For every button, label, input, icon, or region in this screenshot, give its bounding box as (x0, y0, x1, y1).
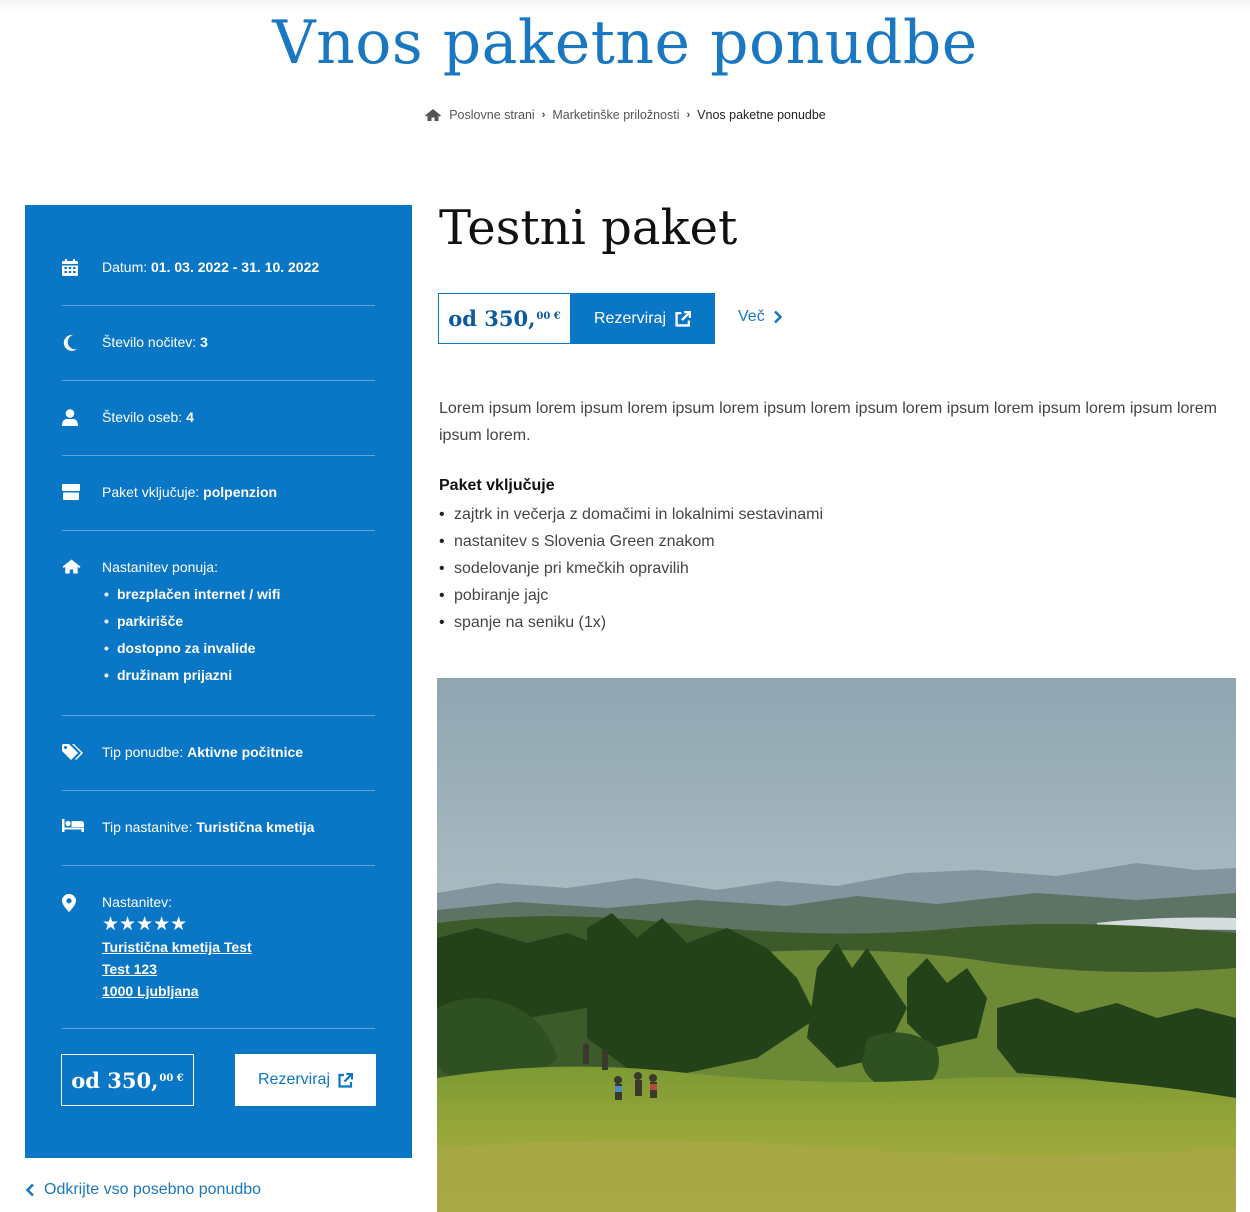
breadcrumb: Poslovne strani › Marketinške priložnost… (0, 108, 1250, 122)
date-value: 01. 03. 2022 - 31. 10. 2022 (151, 259, 320, 275)
calendar-icon (62, 259, 102, 276)
nights-label: Število nočitev: (102, 334, 197, 350)
bed-icon (62, 819, 102, 835)
more-link[interactable]: Več (738, 308, 782, 326)
accommodation-label: Nastanitev: (102, 894, 173, 910)
breadcrumb-item-marketing[interactable]: Marketinške priložnosti (552, 108, 679, 122)
price-cents: 00 € (159, 1072, 184, 1084)
breadcrumb-item-current: Vnos paketne ponudbe (697, 108, 826, 122)
persons-value: 4 (186, 409, 194, 425)
book-button-label: Rezerviraj (257, 1071, 330, 1088)
list-item: nastanitev s Slovenia Green znakom (439, 528, 823, 555)
price-cents: 00 € (536, 311, 561, 322)
accommodation-type-value: Turistična kmetija (196, 819, 315, 835)
list-item: spanje na seniku (1x) (439, 609, 823, 636)
chevron-left-icon (25, 1183, 34, 1197)
map-marker-icon (62, 894, 102, 1002)
external-link-icon (338, 1072, 353, 1088)
list-item: pobiranje jajc (439, 582, 823, 609)
price-box: od 350, 00 € (438, 293, 571, 344)
moon-icon (62, 334, 102, 352)
external-link-icon (675, 310, 691, 327)
divider (62, 305, 375, 306)
accommodation-row: Nastanitev: ★★★★★ Turistična kmetija Tes… (62, 894, 375, 1002)
list-item: dostopno za invalide (102, 635, 280, 662)
chevron-right-icon: › (686, 109, 691, 121)
offer-type-value: Aktivne počitnice (187, 744, 304, 760)
includes-heading: Paket vključuje (439, 477, 555, 494)
persons-row: Število oseb: 4 (62, 409, 375, 426)
back-link-label: Odkrijte vso posebno ponudbo (44, 1181, 262, 1198)
accommodation-name-link[interactable]: Turistična kmetija Test (102, 936, 252, 958)
book-button[interactable]: Rezerviraj (570, 293, 715, 344)
divider (62, 1028, 375, 1029)
divider (62, 790, 375, 791)
tags-icon (62, 744, 102, 761)
nights-row: Število nočitev: 3 (62, 334, 375, 352)
sidebar-book-button[interactable]: Rezerviraj (235, 1054, 376, 1106)
package-title: Testni paket (439, 200, 738, 256)
offer-type-label: Tip ponudbe: (102, 744, 184, 760)
offer-type-row: Tip ponudbe: Aktivne počitnice (62, 744, 375, 761)
chevron-right-icon (773, 310, 782, 324)
landscape-image (437, 678, 1236, 1212)
package-photo (437, 678, 1236, 1212)
page-title: Vnos paketne ponudbe (272, 8, 978, 78)
includes-value: polpenzion (203, 484, 278, 500)
accommodation-city-link[interactable]: 1000 Ljubljana (102, 980, 252, 1002)
gift-icon (62, 484, 102, 500)
list-item: brezplačen internet / wifi (102, 581, 280, 608)
user-icon (62, 409, 102, 426)
star-rating: ★★★★★ (102, 914, 188, 935)
amenities-row: Nastanitev ponuja: brezplačen internet /… (62, 559, 375, 689)
divider (62, 380, 375, 381)
nights-value: 3 (200, 334, 208, 350)
accommodation-type-label: Tip nastanitve: (102, 819, 193, 835)
amenities-label: Nastanitev ponuja: (102, 559, 218, 575)
list-item: sodelovanje pri kmečkih opravilih (439, 555, 823, 582)
price-value: od 350, (448, 306, 536, 331)
package-description: Lorem ipsum lorem ipsum lorem ipsum lore… (439, 400, 1217, 444)
includes-list: zajtrk in večerja z domačimi in lokalnim… (439, 501, 823, 636)
back-to-offers-link[interactable]: Odkrijte vso posebno ponudbo (25, 1181, 261, 1199)
book-button-label: Rezerviraj (593, 309, 666, 327)
chevron-right-icon: › (541, 109, 546, 121)
accommodation-street-link[interactable]: Test 123 (102, 958, 252, 980)
home-icon[interactable] (424, 108, 442, 122)
divider (62, 530, 375, 531)
date-row: Datum: 01. 03. 2022 - 31. 10. 2022 (62, 259, 375, 276)
divider (62, 865, 375, 866)
list-item: družinam prijazni (102, 662, 280, 689)
amenities-list: brezplačen internet / wifi parkirišče do… (102, 581, 280, 689)
package-info-sidebar: Datum: 01. 03. 2022 - 31. 10. 2022 Števi… (25, 205, 412, 1158)
accommodation-type-row: Tip nastanitve: Turistična kmetija (62, 819, 375, 835)
includes-row: Paket vključuje: polpenzion (62, 484, 375, 500)
divider (62, 715, 375, 716)
home-icon (62, 559, 102, 689)
more-link-label: Več (738, 308, 765, 325)
breadcrumb-item-business-pages[interactable]: Poslovne strani (449, 108, 534, 122)
price-value: od 350, (71, 1067, 159, 1093)
date-label: Datum: (102, 259, 148, 275)
sidebar-price-box: od 350, 00 € (61, 1054, 194, 1106)
divider (62, 455, 375, 456)
persons-label: Število oseb: (102, 409, 183, 425)
includes-label: Paket vključuje: (102, 484, 200, 500)
list-item: zajtrk in večerja z domačimi in lokalnim… (439, 501, 823, 528)
list-item: parkirišče (102, 608, 280, 635)
